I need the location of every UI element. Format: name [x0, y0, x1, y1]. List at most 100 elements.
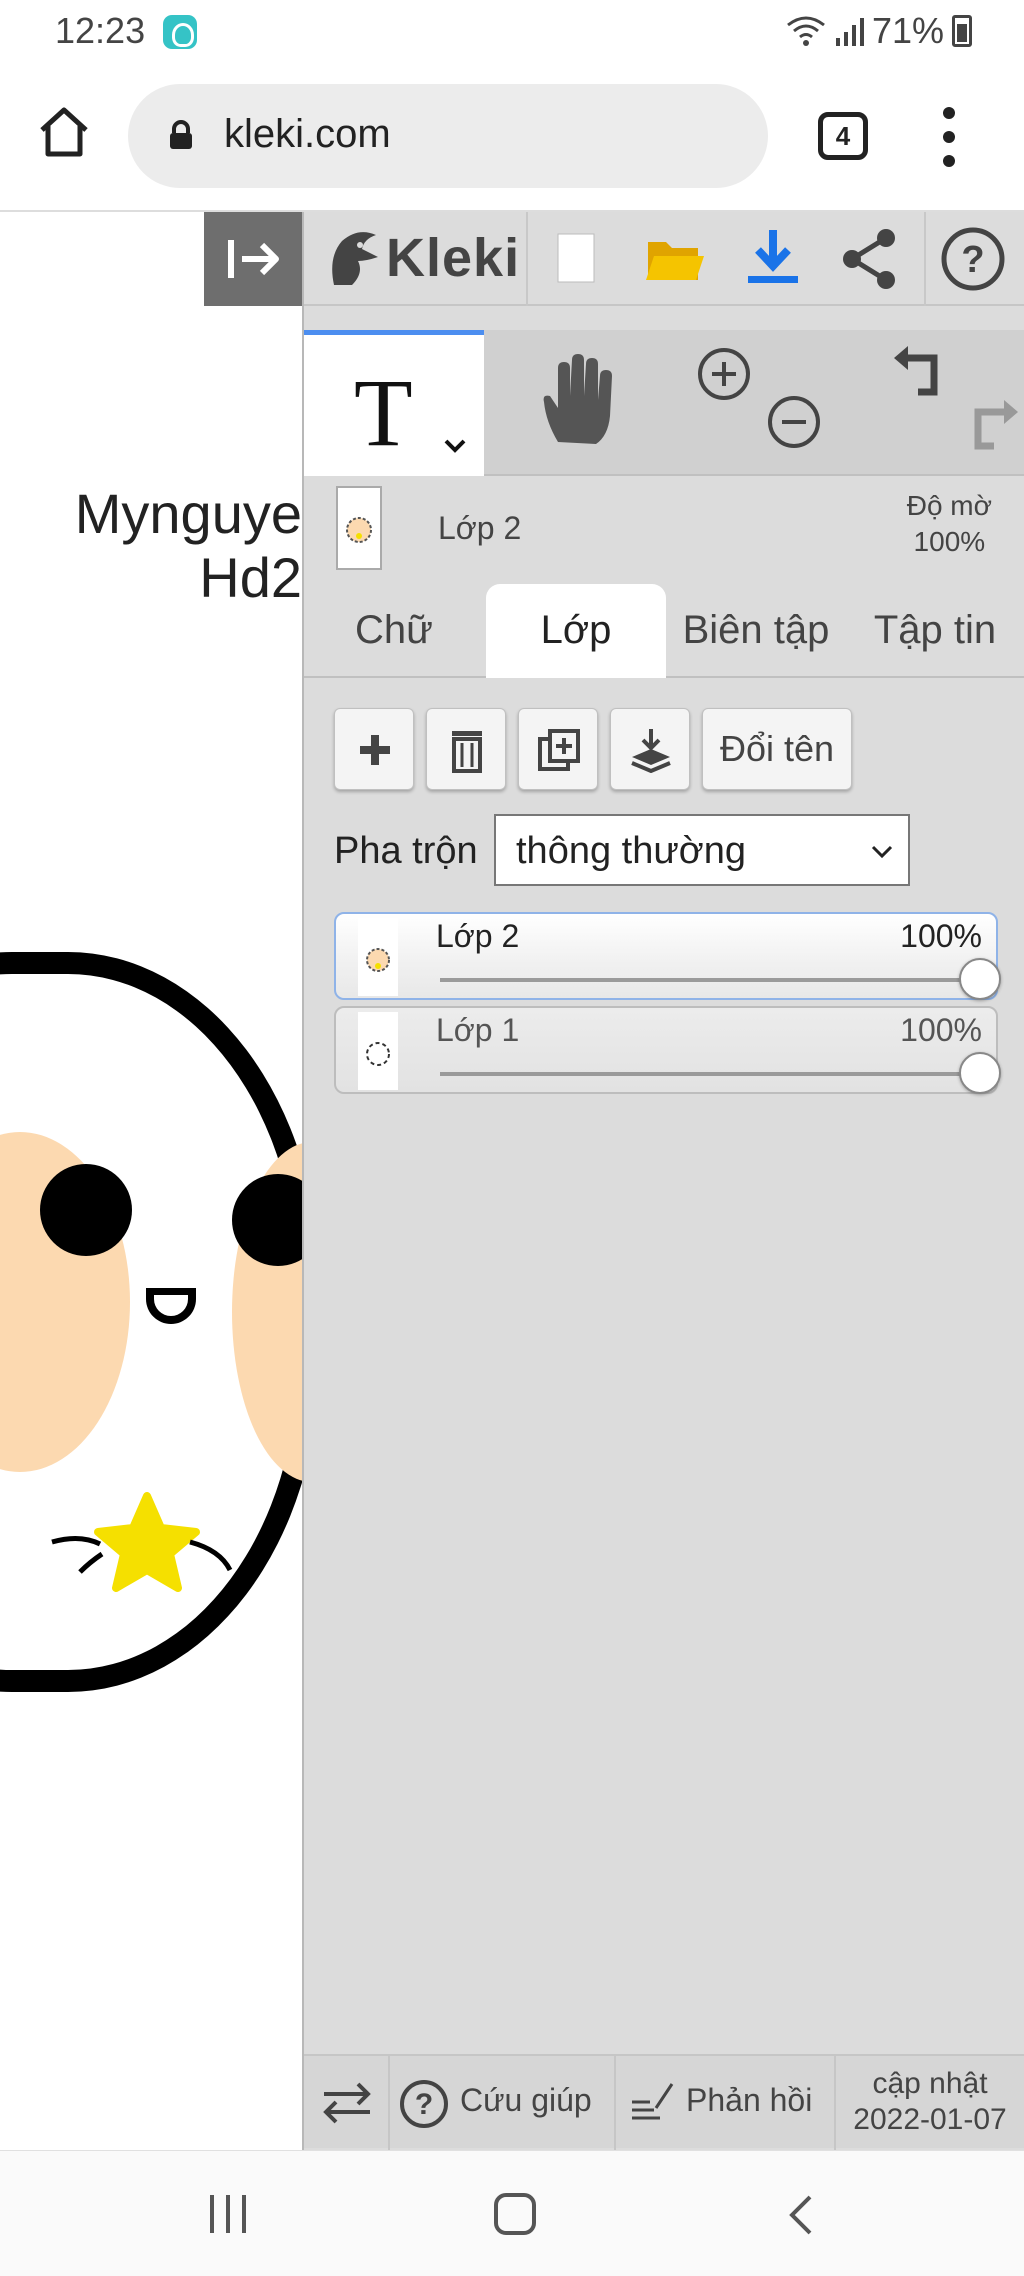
- tab-file[interactable]: Tập tin: [846, 584, 1024, 678]
- opacity-label: Độ mờ: [906, 490, 992, 521]
- canvas-text-line1: Mynguye: [74, 482, 302, 545]
- layer-opacity-slider[interactable]: [440, 1072, 980, 1076]
- recents-icon[interactable]: [210, 2195, 250, 2233]
- system-nav-bar: [0, 2150, 1024, 2276]
- help-circle-icon: ?: [400, 2080, 448, 2128]
- opacity-value: 100%: [913, 526, 986, 557]
- zoom-in-icon[interactable]: [696, 346, 752, 402]
- swap-side-icon: [323, 2082, 371, 2124]
- chevron-down-icon[interactable]: [444, 439, 466, 453]
- merge-down-icon: [631, 729, 671, 773]
- blend-mode-label: Pha trộn: [334, 830, 478, 872]
- tool-row: T: [304, 330, 1024, 476]
- zoom-buttons: [670, 330, 846, 476]
- redo-icon[interactable]: [958, 400, 1022, 456]
- browser-toolbar: kleki.com 4: [0, 62, 1024, 212]
- tabs-icon[interactable]: 4: [818, 112, 868, 160]
- drawing-whiskers: [51, 1536, 233, 1574]
- layer-item-2[interactable]: Lớp 2 100%: [334, 912, 1001, 1000]
- kleki-panel: Kleki ? T Lớp 2 Độ mờ 100% Chữ Lớp Biên …: [302, 212, 1024, 2150]
- share-icon[interactable]: [836, 224, 906, 294]
- duplicate-layer-button[interactable]: [518, 708, 598, 790]
- help-label: Cứu giúp: [460, 2082, 592, 2118]
- home-icon[interactable]: [34, 102, 94, 162]
- download-icon[interactable]: [738, 224, 808, 294]
- more-vert-icon[interactable]: [934, 107, 964, 167]
- status-bar: 12:23 71%: [0, 0, 1024, 62]
- drawing-left-eye: [40, 1164, 132, 1256]
- rename-layer-button[interactable]: Đổi tên: [702, 708, 852, 790]
- battery-percent: 71%: [871, 10, 944, 51]
- battery-icon: [952, 15, 972, 47]
- text-tool-icon: T: [354, 359, 413, 466]
- layer-name: Lớp 2: [436, 918, 520, 954]
- wifi-icon: [787, 16, 825, 46]
- layer-item-1[interactable]: Lớp 1 100%: [334, 1006, 1001, 1094]
- collapse-panel-button[interactable]: [204, 212, 302, 306]
- active-layer-info[interactable]: Lớp 2 Độ mờ 100%: [304, 480, 1024, 578]
- feedback-button[interactable]: Phản hồi: [616, 2056, 836, 2150]
- layer-opacity-slider-handle[interactable]: [959, 1052, 1001, 1094]
- undo-icon[interactable]: [890, 346, 954, 402]
- home-nav-icon[interactable]: [494, 2193, 536, 2235]
- history-buttons: [850, 330, 1024, 476]
- blend-mode-row: Pha trộn thông thường: [334, 814, 934, 886]
- hand-tool-icon: [543, 354, 612, 444]
- zoom-out-icon[interactable]: [766, 394, 822, 450]
- status-time: 12:23: [55, 10, 146, 51]
- layer-opacity: 100%: [900, 1012, 982, 1048]
- status-indicators: 71%: [786, 10, 972, 52]
- open-folder-icon[interactable]: [640, 224, 710, 294]
- hand-tool-button[interactable]: [488, 330, 666, 476]
- layer-name: Lớp 1: [436, 1012, 520, 1048]
- panel-topbar: Kleki ?: [304, 212, 1024, 306]
- panel-footer: ? Cứu giúp Phản hồi cập nhật 2022-01-07: [304, 2054, 1024, 2150]
- layer-opacity: 100%: [900, 918, 982, 954]
- address-bar[interactable]: kleki.com: [128, 84, 768, 188]
- active-layer-name: Lớp 2: [438, 510, 522, 546]
- help-icon[interactable]: ?: [938, 224, 1008, 294]
- add-layer-button[interactable]: [334, 708, 414, 790]
- delete-layer-button[interactable]: [426, 708, 506, 790]
- feedback-icon: [632, 2083, 674, 2120]
- layer-opacity-slider-handle[interactable]: [959, 958, 1001, 1000]
- lock-icon: [170, 120, 192, 149]
- drawing-canvas[interactable]: Mynguye Hd2: [0, 212, 302, 2150]
- canvas-text: Mynguye Hd2: [75, 482, 302, 610]
- new-image-icon[interactable]: [540, 224, 610, 294]
- back-icon[interactable]: [786, 2193, 816, 2237]
- help-button[interactable]: ? Cứu giúp: [390, 2056, 616, 2150]
- text-tool-button[interactable]: T: [304, 330, 484, 476]
- blend-mode-select[interactable]: thông thường: [494, 814, 910, 886]
- active-layer-thumbnail: [336, 486, 382, 570]
- url-text: kleki.com: [224, 112, 391, 156]
- panel-tabs: Chữ Lớp Biên tập Tập tin: [304, 584, 1024, 678]
- svg-text:?: ?: [961, 239, 984, 281]
- active-layer-opacity: Độ mờ 100%: [907, 488, 992, 560]
- tab-edit[interactable]: Biên tập: [666, 584, 846, 678]
- app-icon: [163, 15, 197, 49]
- canvas-text-line2: Hd2: [199, 546, 302, 609]
- update-label: cập nhật: [872, 2067, 988, 2100]
- blend-mode-value: thông thường: [516, 830, 746, 872]
- collapse-panel-icon: [228, 240, 279, 278]
- screen: 12:23 71% kleki.com 4 Mynguye Hd2 Kleki …: [0, 0, 1024, 2276]
- kleki-logo-icon: [332, 232, 378, 285]
- tab-count: 4: [835, 121, 851, 151]
- update-date: 2022-01-07: [853, 2103, 1007, 2136]
- swap-side-button[interactable]: [304, 2056, 390, 2150]
- update-info: cập nhật 2022-01-07: [836, 2066, 1024, 2138]
- chevron-down-icon: [871, 845, 893, 859]
- add-layer-icon: [360, 735, 390, 765]
- layer-thumbnail: [358, 918, 398, 996]
- layer-opacity-slider[interactable]: [440, 978, 980, 982]
- tab-text[interactable]: Chữ: [304, 584, 484, 678]
- layer-thumbnail: [358, 1012, 398, 1090]
- logo-text: Kleki: [386, 228, 521, 288]
- delete-layer-icon: [452, 731, 482, 773]
- tab-layers[interactable]: Lớp: [486, 584, 666, 678]
- duplicate-layer-icon: [538, 729, 580, 771]
- kleki-logo[interactable]: Kleki: [324, 226, 520, 290]
- merge-down-button[interactable]: [610, 708, 690, 790]
- svg-text:?: ?: [415, 2088, 433, 2121]
